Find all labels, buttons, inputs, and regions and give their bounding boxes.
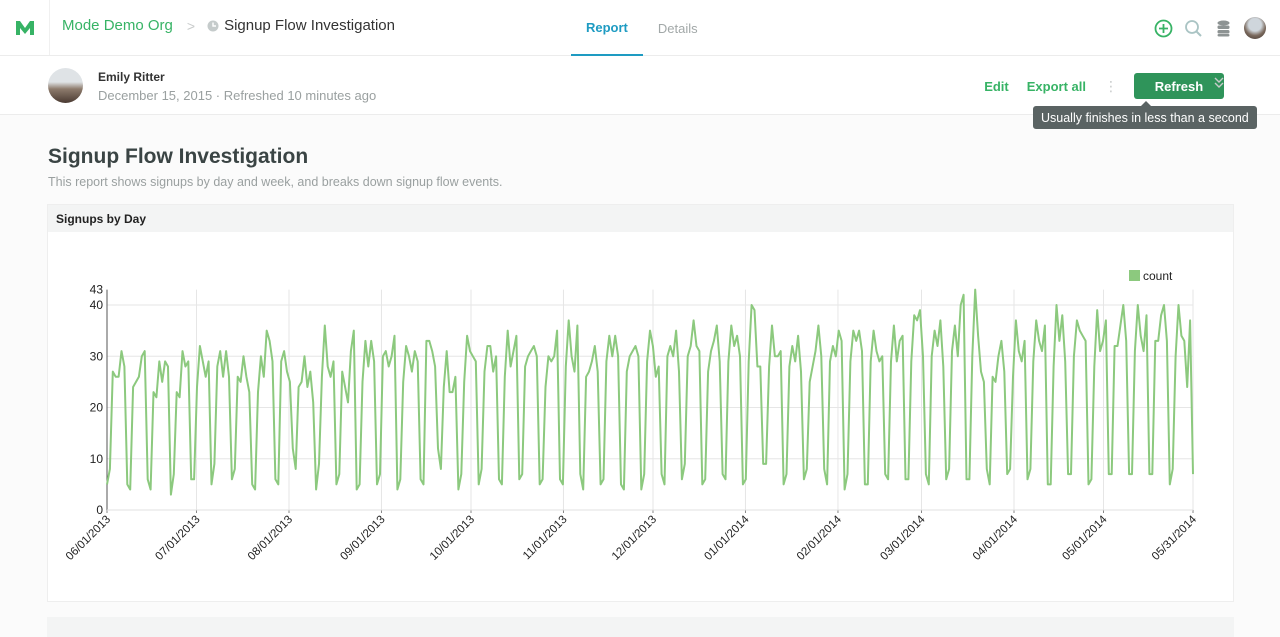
x-tick-label: 11/01/2013 [521,514,570,563]
y-tick-label: 20 [90,401,104,415]
x-tick-label: 05/01/2014 [1060,513,1110,563]
collapse-chevrons-icon[interactable] [1213,76,1225,90]
tab-report[interactable]: Report [571,0,643,56]
author-name: Emily Ritter [98,70,165,84]
report-title: Signup Flow Investigation [48,145,309,168]
x-tick-label: 09/01/2013 [338,514,387,563]
x-tick-label: 05/31/2014 [1150,513,1200,563]
y-tick-label: 43 [90,283,104,297]
more-options-icon[interactable]: ⋮ [1104,78,1118,95]
x-tick-label: 10/01/2013 [428,514,477,563]
tab-details[interactable]: Details [643,0,713,56]
database-icon[interactable] [1214,19,1233,38]
legend-swatch [1129,270,1140,281]
search-icon[interactable] [1184,19,1203,38]
signups-line-chart: 0102030404306/01/2013 07/01/2013 08/01/201… [64,269,1200,563]
x-tick-label: 02/01/2014 [795,513,845,563]
y-tick-label: 30 [90,349,104,363]
chevron-right-icon: > [186,17,196,34]
top-icons [1154,17,1266,39]
author-avatar [48,68,83,103]
series-line-count [106,288,1194,496]
refresh-button[interactable]: Refresh [1134,73,1224,99]
report-tabs: Report Details [571,0,713,56]
user-avatar[interactable] [1244,17,1266,39]
refresh-tooltip: Usually finishes in less than a second [1033,101,1257,129]
x-tick-label: 12/01/2013 [610,514,659,563]
export-all-button[interactable]: Export all [1027,79,1086,94]
chart-panel: Signups by Day 0 10 20 30 40 43 06/01/2013 07/0… [47,204,1234,602]
clock-icon [207,20,219,31]
x-tick-label: 01/01/2014 [702,513,752,563]
mode-logo-icon[interactable] [0,0,50,55]
report-actions: Edit Export all ⋮ Refresh [984,73,1224,99]
x-tick-label: 06/01/2013 [64,514,113,563]
x-tick-label: 08/01/2013 [246,514,295,563]
breadcrumb-report-title: Signup Flow Investigation [224,17,395,34]
top-navigation-bar: Mode Demo Org > Signup Flow Investigatio… [0,0,1280,56]
x-tick-label: 07/01/2013 [153,514,202,563]
report-meta: December 15, 2015 · Refreshed 10 minutes… [98,88,377,103]
edit-button[interactable]: Edit [984,79,1009,94]
breadcrumb-report: Signup Flow Investigation [207,17,395,34]
breadcrumb: Mode Demo Org > Signup Flow Investigatio… [62,17,395,34]
report-description: This report shows signups by day and wee… [48,175,503,189]
breadcrumb-org-link[interactable]: Mode Demo Org [62,17,173,34]
x-tick-label: 03/01/2014 [878,513,928,563]
y-tick-label: 40 [90,298,104,312]
y-tick-label: 10 [90,452,104,466]
next-panel-header [47,617,1234,637]
add-icon[interactable] [1154,19,1173,38]
x-tick-label: 04/01/2014 [971,513,1021,563]
legend-label: count [1143,269,1173,283]
chart-title: Signups by Day [48,205,1233,232]
